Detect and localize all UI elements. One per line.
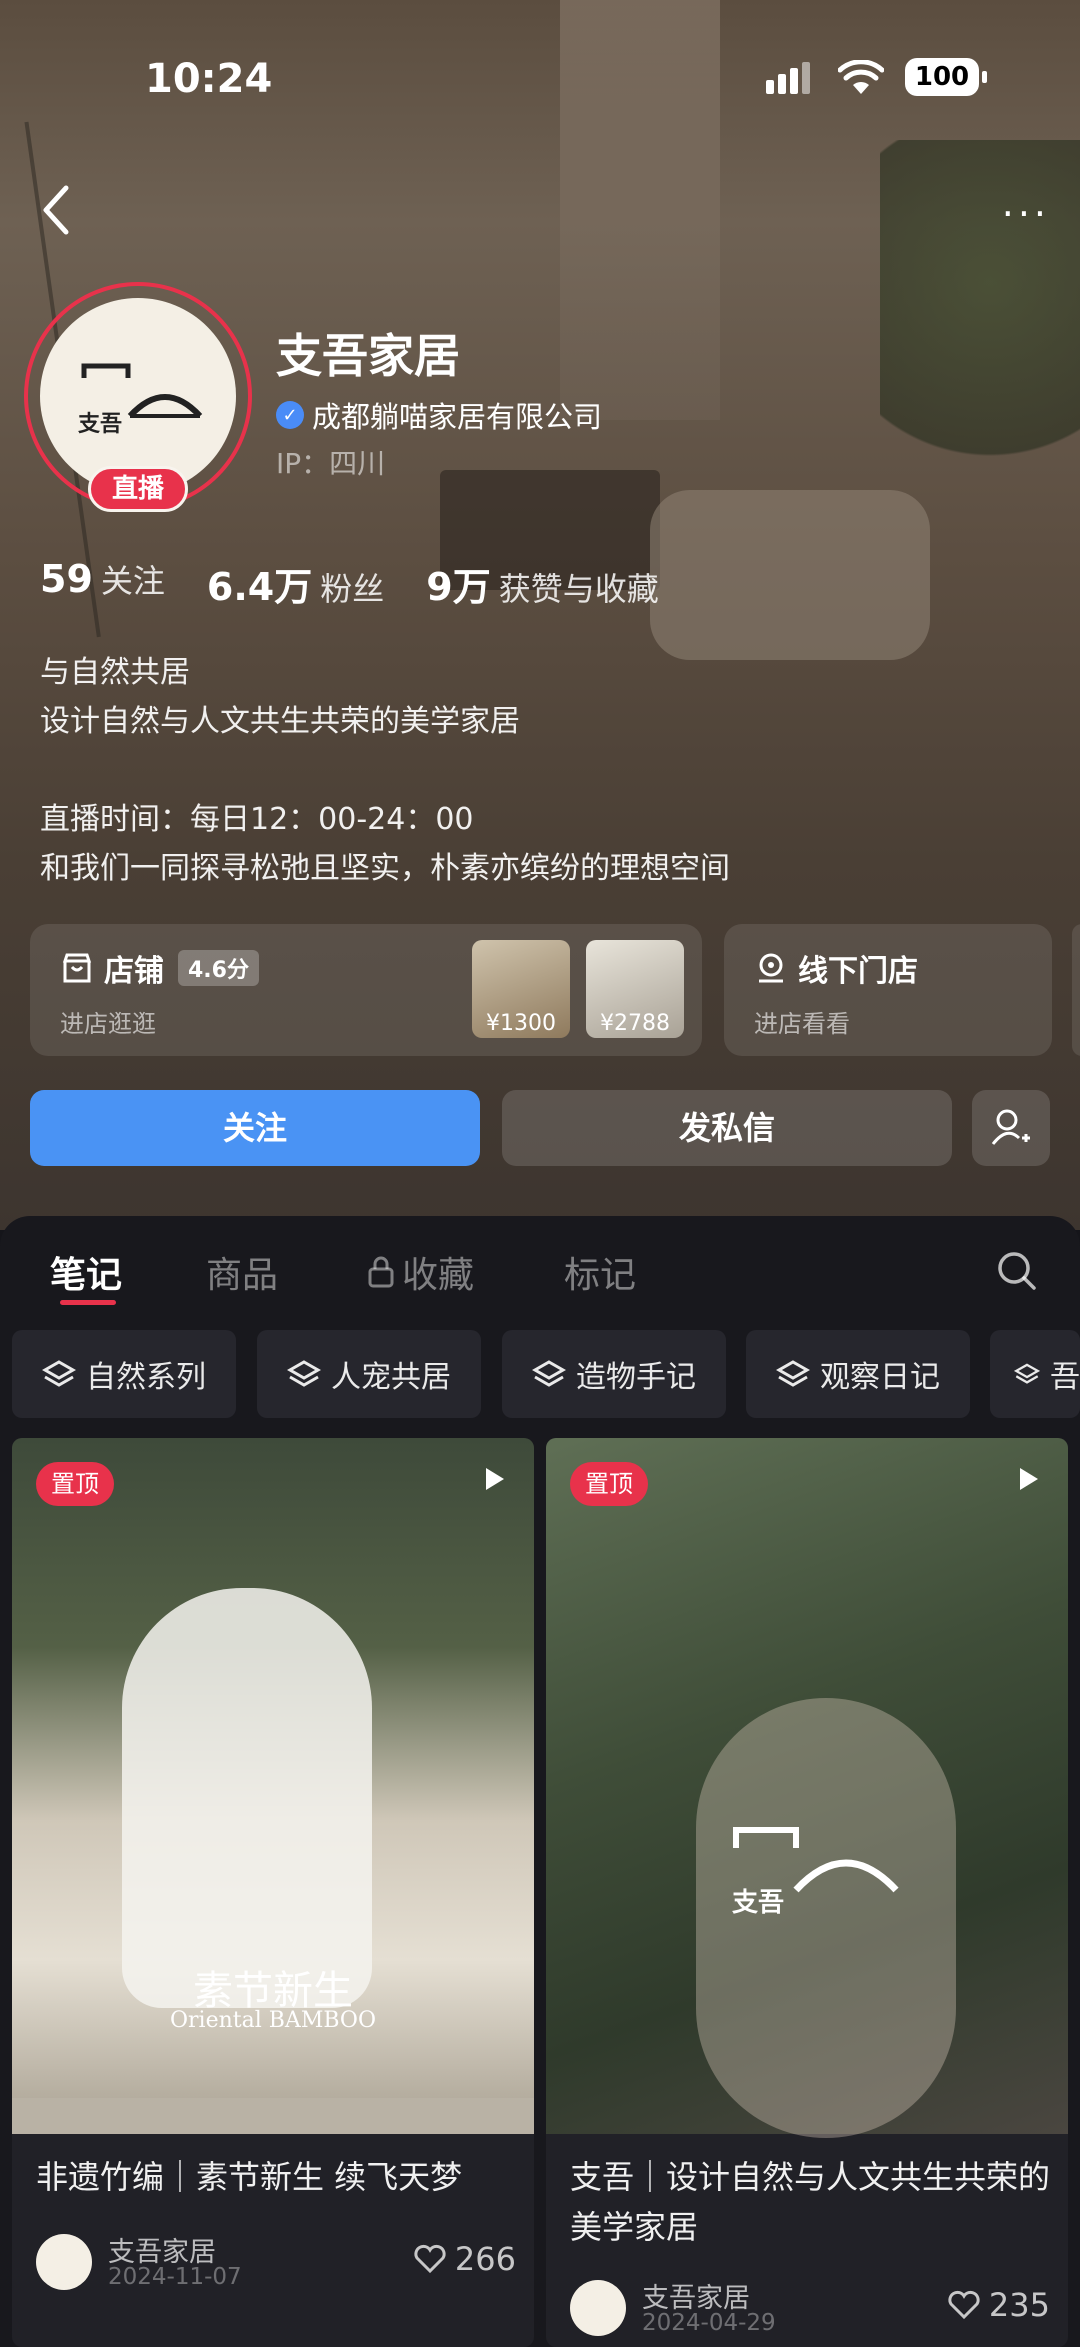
heart-icon	[414, 2244, 446, 2274]
profile-name: 支吾家居	[276, 329, 460, 383]
content-tabs: 笔记 商品 收藏 标记	[0, 1216, 1080, 1312]
note-title: 支吾｜设计自然与人文共生共荣的美学家居	[570, 2158, 1051, 2246]
note-card[interactable]: 支吾 置顶 支吾｜设计自然与人文共生共荣的美学家居 支吾家居 2024-04-2…	[546, 1438, 1068, 2347]
cover-overlay-subtitle: Oriental BAMBOO	[170, 2008, 376, 2033]
tab-notes[interactable]: 笔记	[50, 1246, 122, 1298]
like-count: 235	[988, 2286, 1050, 2324]
location-pin-icon	[759, 953, 783, 983]
chip-collection[interactable]: 造物手记	[502, 1330, 726, 1418]
ip-location: IP：四川	[276, 447, 386, 480]
note-date: 2024-04-29	[642, 2310, 776, 2336]
verified-company: ✓ 成都躺喵家居有限公司	[276, 394, 602, 436]
message-button[interactable]: 发私信	[502, 1090, 952, 1166]
layers-icon	[42, 1360, 76, 1387]
battery-icon: 100	[905, 58, 987, 96]
shop-icon	[62, 953, 92, 983]
back-arrow-icon[interactable]	[36, 180, 76, 240]
author-avatar[interactable]	[570, 2280, 626, 2336]
layers-icon	[287, 1360, 321, 1387]
product-price: ¥1300	[486, 1011, 556, 1036]
store-subtitle: 进店看看	[754, 1010, 850, 1038]
shop-title: 店铺	[104, 954, 164, 989]
profile-bio: 与自然共居 设计自然与人文共生共荣的美学家居 直播时间：每日12：00-24：0…	[40, 655, 730, 886]
status-bar: 10:24 100	[0, 40, 1080, 120]
tab-products[interactable]: 商品	[206, 1246, 278, 1298]
company-name: 成都躺喵家居有限公司	[312, 400, 603, 434]
note-card[interactable]: 素节新生 Oriental BAMBOO 置顶 非遗竹编｜素节新生 续飞天梦 支…	[12, 1438, 534, 2347]
tab-favorites[interactable]: 收藏	[366, 1246, 474, 1298]
layers-icon	[1014, 1363, 1040, 1384]
add-friend-button[interactable]	[972, 1090, 1050, 1166]
stat-likes[interactable]: 9万 获赞与收藏	[426, 556, 658, 611]
product-price: ¥2788	[600, 1011, 670, 1036]
note-date: 2024-11-07	[108, 2264, 242, 2290]
pinned-badge: 置顶	[570, 1462, 648, 1506]
avatar-text: 支吾	[78, 412, 123, 437]
tab-marks[interactable]: 标记	[564, 1246, 636, 1298]
verified-check-icon: ✓	[276, 401, 304, 429]
stat-followers[interactable]: 6.4万 粉丝	[207, 556, 384, 611]
layers-icon	[776, 1360, 810, 1387]
chip-collection[interactable]: 观察日记	[746, 1330, 970, 1418]
avatar[interactable]: 支吾	[40, 298, 236, 494]
like-button[interactable]: 235	[947, 2286, 1050, 2324]
author-avatar[interactable]	[36, 2234, 92, 2290]
background-plant	[880, 140, 1080, 500]
active-tab-indicator	[60, 1300, 116, 1305]
cover-overlay-title: 支吾	[732, 1888, 785, 1918]
note-title: 非遗竹编｜素节新生 续飞天梦	[36, 2158, 463, 2196]
wifi-icon	[838, 60, 884, 94]
shop-score: 4.6分	[178, 950, 259, 986]
status-time: 10:24	[145, 56, 273, 102]
note-author: 支吾家居 2024-11-07 266	[36, 2230, 516, 2290]
heart-icon	[948, 2290, 980, 2320]
chip-collection[interactable]: 自然系列	[12, 1330, 236, 1418]
video-play-icon	[486, 1468, 504, 1490]
layers-icon	[532, 1360, 566, 1387]
follow-button[interactable]: 关注	[30, 1090, 480, 1166]
note-cover-image: 素节新生 Oriental BAMBOO	[12, 1438, 534, 2134]
chip-collection[interactable]: 人宠共居	[257, 1330, 481, 1418]
more-card-edge[interactable]	[1072, 924, 1080, 1056]
more-options-icon[interactable]: ···	[1002, 192, 1050, 236]
note-cover-image: 支吾	[546, 1438, 1068, 2138]
shop-card[interactable]: 店铺 4.6分 进店逛逛 ¥1300 ¥2788	[30, 924, 702, 1056]
pinned-badge: 置顶	[36, 1462, 114, 1506]
note-author: 支吾家居 2024-04-29 235	[570, 2276, 1050, 2336]
chip-collection[interactable]: 吾	[990, 1330, 1080, 1418]
like-button[interactable]: 266	[413, 2240, 516, 2278]
cellular-signal-icon	[766, 62, 814, 94]
live-badge[interactable]: 直播	[88, 466, 188, 512]
shop-subtitle: 进店逛逛	[60, 1010, 156, 1038]
profile-stats: 59 关注 6.4万 粉丝 9万 获赞与收藏	[40, 556, 659, 611]
store-title: 线下门店	[798, 954, 918, 989]
offline-store-card[interactable]: 线下门店 进店看看	[724, 924, 1052, 1056]
search-icon[interactable]	[996, 1250, 1038, 1292]
shop-product-thumb[interactable]: ¥2788	[586, 940, 684, 1038]
background-armchair	[650, 490, 930, 660]
stat-following[interactable]: 59 关注	[40, 556, 165, 611]
like-count: 266	[454, 2240, 516, 2278]
video-play-icon	[1020, 1468, 1038, 1490]
shop-product-thumb[interactable]: ¥1300	[472, 940, 570, 1038]
lock-icon	[368, 1256, 394, 1288]
add-user-icon	[991, 1109, 1030, 1145]
